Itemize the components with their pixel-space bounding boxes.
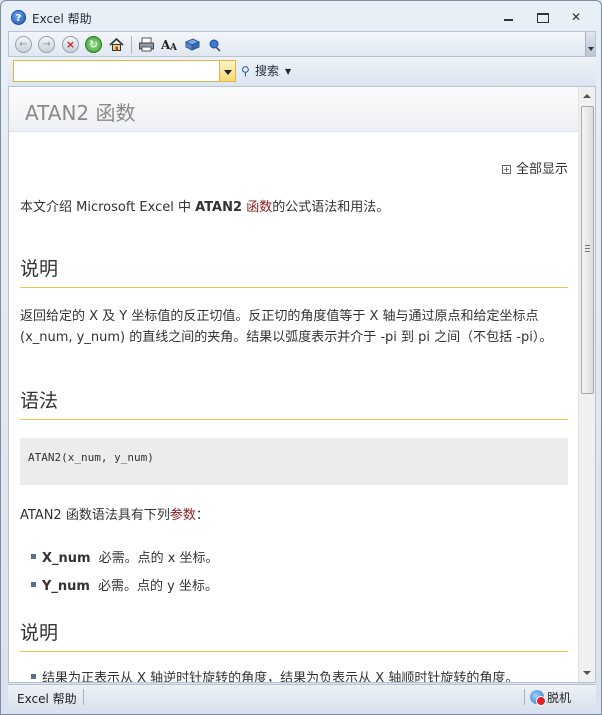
back-icon[interactable]: ← (15, 36, 32, 53)
scroll-thumb[interactable] (581, 106, 594, 394)
chevron-down-icon: ▼ (285, 67, 292, 76)
search-input[interactable] (13, 60, 220, 82)
param-desc: 必需。点的 x 坐标。 (98, 551, 219, 566)
status-separator (83, 689, 84, 705)
params-intro: ATAN2 函数语法具有下列参数： (20, 505, 568, 526)
section-heading-description: 说明 (20, 254, 568, 288)
params-intro-text: ATAN2 函数语法具有下列 (20, 508, 170, 523)
help-content: ATAN2 函数 + 全部显示 本文介绍 Microsoft Excel 中 AT… (8, 86, 596, 683)
status-separator (524, 689, 525, 705)
connection-status-label: 脱机 (547, 691, 572, 705)
scroll-up-button[interactable] (579, 87, 595, 104)
grip-icon (585, 245, 590, 252)
param-name: Y_num (42, 579, 90, 594)
params-link[interactable]: 参数 (170, 508, 196, 523)
print-icon[interactable] (138, 36, 155, 53)
intro-text-end: 的公式语法和用法。 (272, 200, 390, 215)
show-all-link[interactable]: + 全部显示 (20, 158, 568, 177)
intro-paragraph: 本文介绍 Microsoft Excel 中 ATAN2 函数的公式语法和用法。 (20, 196, 568, 215)
search-icon: ⚲ (241, 64, 250, 78)
close-button[interactable]: ✕ (565, 9, 587, 25)
search-button-label: 搜索 (255, 64, 280, 78)
search-button[interactable]: ⚲ 搜索 ▼ (241, 62, 291, 80)
connection-status[interactable]: 脱机 (530, 689, 571, 706)
toolbar-overflow-button[interactable] (585, 32, 595, 56)
description-paragraph: 返回给定的 X 及 Y 坐标值的反正切值。反正切的角度值等于 X 轴与通过原点和… (20, 309, 553, 345)
help-app-icon: ? (11, 10, 26, 25)
minimize-button[interactable] (497, 9, 519, 25)
section-heading-remarks: 说明 (20, 618, 568, 652)
show-all-label: 全部显示 (515, 162, 568, 177)
svg-text:A: A (169, 43, 178, 53)
param-name: X_num (42, 551, 91, 566)
home-icon[interactable] (108, 36, 125, 53)
function-link[interactable]: 函数 (246, 200, 272, 215)
toolbar-separator (131, 36, 132, 54)
vertical-scrollbar[interactable] (578, 87, 595, 682)
title-bar[interactable]: ? Excel 帮助 ✕ (1, 1, 601, 31)
window-title: Excel 帮助 (32, 12, 92, 26)
maximize-button[interactable] (531, 9, 553, 25)
syntax-code: ATAN2(x_num, y_num) (20, 438, 568, 485)
toolbar: ← → × ↻ AA (8, 31, 596, 57)
stop-icon[interactable]: × (62, 36, 79, 53)
offline-globe-icon (530, 690, 546, 706)
expand-icon: + (501, 165, 511, 174)
function-name: ATAN2 (195, 200, 243, 215)
scroll-down-button[interactable] (579, 665, 595, 682)
font-size-icon[interactable]: AA (160, 36, 178, 53)
help-window: ? Excel 帮助 ✕ ← → × ↻ AA ⚲ 搜索 ▼ ATAN2 函数 … (0, 0, 602, 715)
refresh-icon[interactable]: ↻ (85, 36, 102, 53)
status-app-name: Excel 帮助 (17, 692, 77, 706)
section-heading-syntax: 语法 (20, 386, 568, 420)
param-desc: 必需。点的 y 坐标。 (97, 579, 218, 594)
params-intro-colon: ： (195, 508, 209, 523)
book-icon[interactable] (184, 36, 201, 53)
search-dropdown-button[interactable] (220, 60, 236, 82)
intro-text: 本文介绍 Microsoft Excel 中 (20, 200, 196, 215)
status-bar: Excel 帮助 脱机 (8, 684, 596, 708)
page-title-band: ATAN2 函数 (9, 87, 578, 132)
note-text: 结果为正表示从 X 轴逆时针旋转的角度，结果为负表示从 X 轴顺时针旋转的角度。 (42, 671, 519, 683)
page-title: ATAN2 函数 (25, 101, 136, 125)
pin-icon[interactable] (207, 36, 224, 53)
forward-icon[interactable]: → (38, 36, 55, 53)
search-bar: ⚲ 搜索 ▼ (8, 57, 596, 86)
